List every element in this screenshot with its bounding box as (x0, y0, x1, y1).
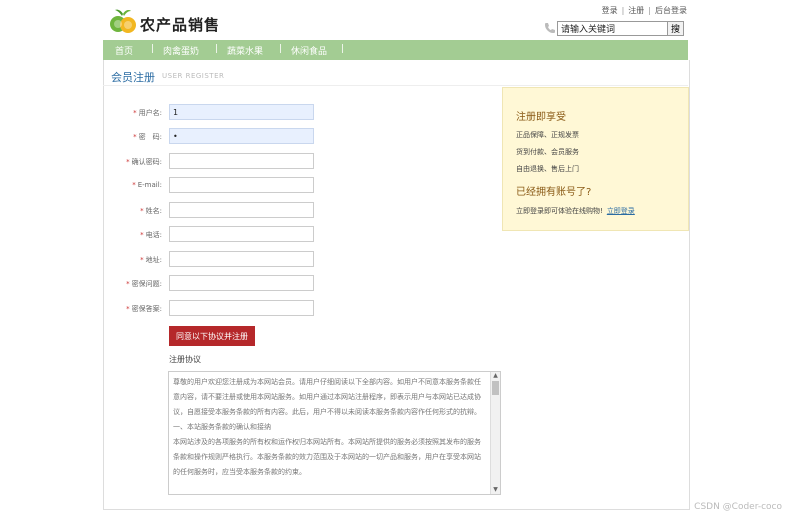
address-field[interactable] (169, 251, 314, 267)
agreement-paragraph: 本网站涉及的各项服务的所有权和运作权归本网站所有。本网站所提供的服务必须按照其发… (173, 438, 481, 476)
main-nav: 首页 | 肉禽蛋奶 | 蔬菜水果 | 休闲食品 | (103, 40, 688, 60)
name-field[interactable] (169, 202, 314, 218)
agree-register-button[interactable]: 同意以下协议并注册 (169, 326, 255, 346)
watermark: CSDN @Coder-coco (694, 502, 782, 512)
login-link[interactable]: 登录 (602, 6, 618, 15)
label-password: * 密 码: (133, 133, 162, 141)
nav-separator: | (279, 44, 283, 54)
label-confirm-password: * 确认密码: (126, 158, 162, 166)
agreement-text: 尊敬的用户欢迎您注册成为本网站会员。请用户仔细阅读以下全部内容。如用户不同意本服… (173, 375, 485, 480)
label-security-question: * 密保问题: (126, 280, 162, 288)
scroll-down-icon[interactable]: ▼ (492, 487, 499, 493)
agreement-box[interactable]: 尊敬的用户欢迎您注册成为本网站会员。请用户仔细阅读以下全部内容。如用户不同意本服… (168, 371, 501, 495)
phone-field[interactable] (169, 226, 314, 242)
nav-separator: | (215, 44, 219, 54)
site-title: 农产品销售 (140, 16, 221, 34)
confirm-password-field[interactable] (169, 153, 314, 169)
email-field[interactable] (169, 177, 314, 193)
benefit-item: 货到付款、会员服务 (516, 148, 579, 156)
page-subtitle: USER REGISTER (162, 72, 225, 80)
scroll-up-icon[interactable]: ▲ (492, 373, 499, 379)
search-button[interactable]: 搜 (667, 21, 684, 36)
agreement-paragraph: 一、本站服务条款的确认和接纳 (173, 423, 271, 431)
register-benefits-panel: 注册即享受 正品保障、正规发票 货到付款、会员服务 自由退换、售后上门 已经拥有… (502, 87, 689, 231)
label-name: * 姓名: (140, 207, 162, 215)
label-username: * 用户名: (133, 109, 162, 117)
label-phone: * 电话: (140, 231, 162, 239)
nav-separator: | (341, 44, 345, 54)
label-email: * E-mail: (132, 181, 162, 189)
benefit-item: 正品保障、正规发票 (516, 131, 579, 139)
nav-separator: | (151, 44, 155, 54)
title-divider (103, 85, 688, 86)
admin-login-link[interactable]: 后台登录 (655, 6, 687, 15)
logo-icon (110, 9, 136, 33)
nav-item-snacks[interactable]: 休闲食品 (291, 44, 327, 57)
top-links: 登录 | 注册 | 后台登录 (601, 6, 687, 15)
label-address: * 地址: (140, 256, 162, 264)
nav-item-meat[interactable]: 肉禽蛋奶 (163, 44, 199, 57)
nav-item-home[interactable]: 首页 (115, 44, 133, 57)
register-link[interactable]: 注册 (628, 6, 644, 15)
security-question-field[interactable] (169, 275, 314, 291)
login-prompt: 立即登录即可体验在线购物! 立即登录 (516, 207, 635, 215)
phone-icon (545, 23, 555, 33)
agreement-paragraph: 尊敬的用户欢迎您注册成为本网站会员。请用户仔细阅读以下全部内容。如用户不同意本服… (173, 378, 481, 416)
agreement-scrollbar[interactable]: ▲ ▼ (490, 372, 500, 494)
security-answer-field[interactable] (169, 300, 314, 316)
search-input[interactable] (557, 21, 668, 36)
agreement-title: 注册协议 (169, 355, 201, 364)
scroll-thumb[interactable] (492, 381, 499, 395)
nav-item-vegetables[interactable]: 蔬菜水果 (227, 44, 263, 57)
username-field[interactable] (169, 104, 314, 120)
header: 农产品销售 登录|注册|后台登录 搜 (0, 0, 790, 40)
page-title: 会员注册 (111, 71, 155, 84)
benefit-item: 自由退换、售后上门 (516, 165, 579, 173)
label-security-answer: * 密保答案: (126, 305, 162, 313)
have-account-heading: 已经拥有账号了? (516, 187, 592, 198)
benefits-heading: 注册即享受 (516, 112, 566, 123)
password-field[interactable] (169, 128, 314, 144)
sidebar-login-link[interactable]: 立即登录 (607, 207, 635, 215)
